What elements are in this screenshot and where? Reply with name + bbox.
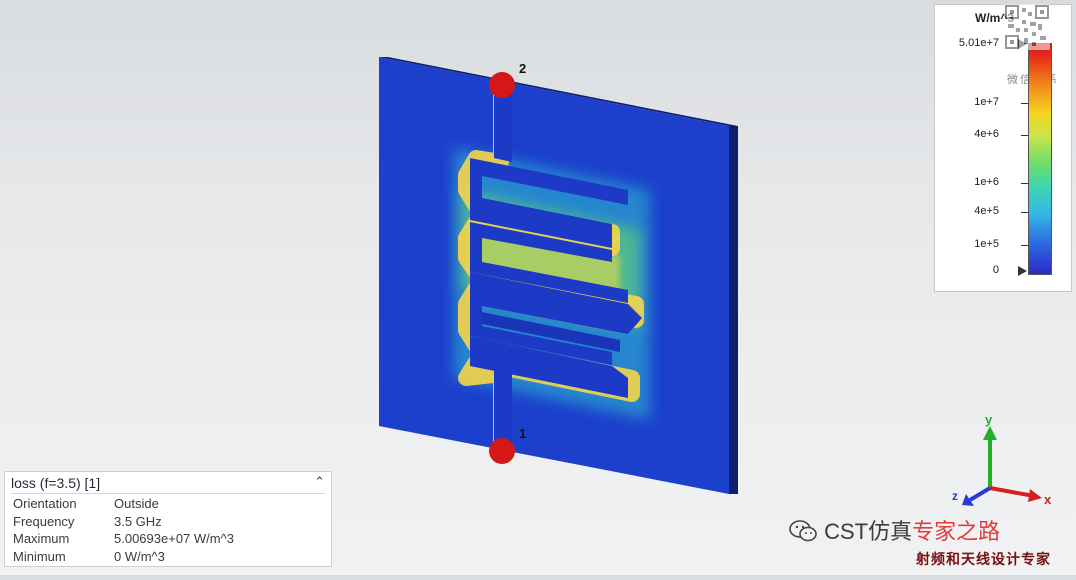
- property-value: 5.00693e+07 W/m^3: [114, 531, 234, 546]
- property-key: Orientation: [13, 496, 77, 511]
- brand-subtitle: 射频和天线设计专家: [916, 551, 1051, 567]
- property-key: Maximum: [13, 531, 70, 546]
- legend-tick: 1e+6: [974, 176, 999, 188]
- x-axis-label: x: [1044, 492, 1052, 507]
- property-key: Frequency: [13, 513, 75, 529]
- legend-tick-min: 0: [992, 264, 999, 276]
- divider: [11, 493, 325, 494]
- x-axis-arrow-icon: [1028, 489, 1042, 502]
- y-axis-arrow-icon: [983, 426, 997, 440]
- property-key: Minimum: [13, 548, 66, 564]
- color-scale-bar[interactable]: [1028, 43, 1052, 275]
- legend-tick: 1e+7: [974, 96, 999, 108]
- y-axis-label: y: [985, 412, 993, 427]
- table-row: Maximum 5.00693e+07 W/m^3: [13, 530, 234, 548]
- axes-triad[interactable]: y x z: [950, 412, 1062, 512]
- brand-text: CST仿真: [824, 519, 913, 544]
- legend-tickmark: [1021, 183, 1028, 184]
- substrate-side-edge: [729, 126, 738, 494]
- legend-tick: 4e+6: [974, 128, 999, 140]
- legend-tick-max: 5.01e+7: [958, 37, 999, 49]
- wechat-icon: [789, 520, 817, 542]
- qr-code-icon: [1004, 4, 1050, 50]
- x-axis-line: [989, 486, 1035, 498]
- brand-watermark: CST仿真专家之路: [788, 514, 1000, 546]
- port-2-label: 2: [519, 61, 526, 76]
- port-2-marker[interactable]: [489, 72, 515, 98]
- min-range-handle[interactable]: [1018, 266, 1027, 276]
- result-title: loss (f=3.5) [1]: [11, 475, 101, 491]
- legend-tickmark: [1021, 103, 1028, 104]
- z-axis-line: [968, 486, 992, 502]
- table-row: Orientation Outside: [13, 495, 234, 513]
- property-value: 3.5 GHz: [114, 513, 162, 529]
- table-row: Minimum 0 W/m^3: [13, 548, 234, 566]
- legend-tickmark: [1021, 135, 1028, 136]
- legend-tick: 4e+5: [974, 205, 999, 217]
- brand-text-red: 专家之路: [912, 519, 1001, 544]
- port-1-label: 1: [519, 426, 526, 441]
- table-row: Frequency 3.5 GHz: [13, 513, 234, 531]
- port-1-marker[interactable]: [489, 438, 515, 464]
- result-properties-table: Orientation Outside Frequency 3.5 GHz Ma…: [13, 495, 234, 565]
- z-axis-label: z: [952, 489, 958, 503]
- result-info-panel: loss (f=3.5) [1] ⌃ Orientation Outside F…: [4, 471, 332, 567]
- property-value: 0 W/m^3: [114, 548, 165, 564]
- legend-tickmark: [1021, 212, 1028, 213]
- legend-tick: 1e+5: [974, 238, 999, 250]
- collapse-chevron-icon[interactable]: ⌃: [314, 474, 325, 490]
- legend-tickmark: [1021, 245, 1028, 246]
- color-scale-legend: W/m^3 微信联系 5.01e+7 1e+7 4e+6 1e+6 4e+5 1…: [934, 4, 1072, 292]
- property-value: Outside: [114, 496, 159, 511]
